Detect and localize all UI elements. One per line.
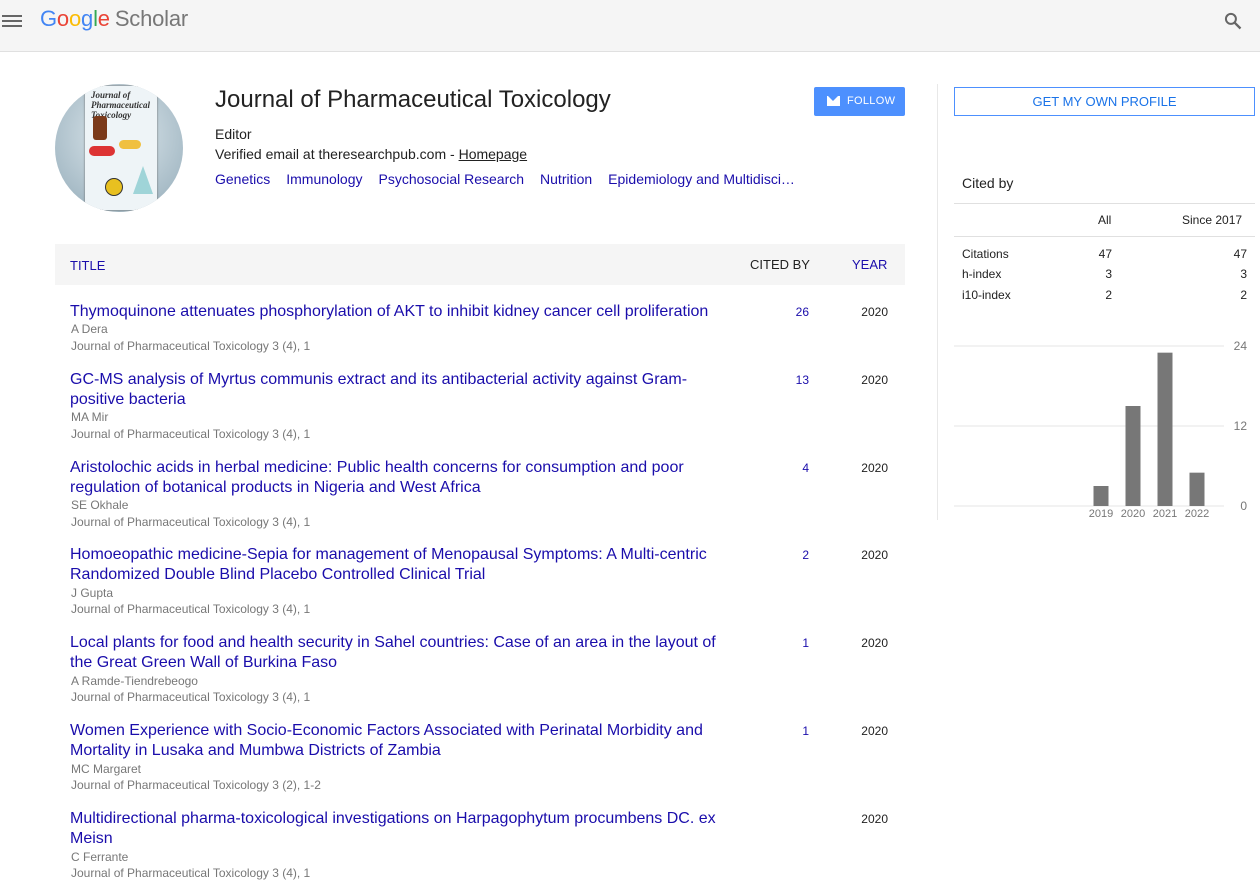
profile-name: Journal of Pharmaceutical Toxicology (215, 86, 611, 113)
interest-immunology[interactable]: Immunology (286, 171, 362, 187)
article-venue: Journal of Pharmaceutical Toxicology 3 (… (71, 690, 311, 704)
article-venue: Journal of Pharmaceutical Toxicology 3 (… (71, 339, 311, 353)
y-tick-label: 12 (1234, 419, 1248, 433)
metric-label[interactable]: h-index (962, 267, 1001, 281)
x-tick-label: 2020 (1121, 508, 1145, 520)
article-title[interactable]: GC-MS analysis of Myrtus communis extrac… (70, 370, 730, 410)
metric-row: h-index 3 3 (954, 267, 1255, 287)
article-authors: MA Mir (71, 410, 109, 424)
search-icon[interactable] (1223, 11, 1243, 31)
metric-all: 47 (1098, 247, 1112, 261)
metric-all: 3 (1105, 267, 1112, 281)
y-tick-label: 0 (1240, 499, 1247, 513)
article-year: 2020 (861, 548, 888, 562)
profile-affiliation: Editor (215, 126, 252, 142)
cited-by-count[interactable]: 1 (755, 724, 809, 738)
metric-row: Citations 47 47 (954, 247, 1255, 267)
interest-genetics[interactable]: Genetics (215, 171, 270, 187)
article-year: 2020 (861, 461, 888, 475)
col-since-2017: Since 2017 (1182, 213, 1243, 227)
y-tick-label: 24 (1234, 339, 1248, 353)
bar-2020[interactable] (1125, 406, 1141, 506)
bar-2021[interactable] (1157, 352, 1173, 506)
article-title[interactable]: Aristolochic acids in herbal medicine: P… (70, 458, 730, 498)
sort-by-cited[interactable]: CITED BY (750, 257, 810, 272)
article-authors: A Dera (71, 322, 108, 336)
interest-epidemiology[interactable]: Epidemiology and Multidisci… (608, 171, 795, 187)
interest-nutrition[interactable]: Nutrition (540, 171, 592, 187)
sort-by-year[interactable]: YEAR (852, 257, 887, 272)
article-title[interactable]: Homoeopathic medicine-Sepia for manageme… (70, 545, 730, 585)
cited-by-count[interactable]: 2 (755, 548, 809, 562)
article-authors: A Ramde-Tiendrebeogo (71, 674, 198, 688)
x-tick-label: 2019 (1089, 508, 1113, 520)
metric-label[interactable]: i10-index (962, 288, 1011, 302)
sort-by-title[interactable]: TITLE (70, 258, 105, 273)
profile-interests: Genetics Immunology Psychosocial Research N… (215, 171, 820, 187)
cited-by-heading: Cited by (962, 175, 1014, 191)
article-title[interactable]: Thymoquinone attenuates phosphorylation … (70, 302, 730, 322)
column-divider (937, 84, 938, 520)
profile-email: Verified email at theresearchpub.com - H… (215, 146, 528, 162)
article-title[interactable]: Multidirectional pharma-toxicological in… (70, 809, 730, 849)
article-venue: Journal of Pharmaceutical Toxicology 3 (… (71, 866, 311, 880)
metric-label[interactable]: Citations (962, 247, 1009, 261)
x-tick-label: 2022 (1185, 508, 1209, 520)
follow-button[interactable]: FOLLOW (814, 87, 905, 116)
biohazard-icon (105, 178, 123, 196)
metric-row: i10-index 2 2 (954, 288, 1255, 308)
article-authors: MC Margaret (71, 762, 142, 776)
article-venue: Journal of Pharmaceutical Toxicology 3 (… (71, 427, 311, 441)
articles-table-header: TITLE CITED BY YEAR (55, 244, 905, 285)
metric-all: 2 (1105, 288, 1112, 302)
x-tick-label: 2021 (1153, 508, 1177, 520)
mail-icon (827, 96, 840, 106)
bar-2022[interactable] (1189, 472, 1205, 506)
cited-by-count[interactable]: 1 (755, 636, 809, 650)
article-venue: Journal of Pharmaceutical Toxicology 3 (… (71, 602, 311, 616)
get-my-own-profile-button[interactable]: GET MY OWN PROFILE (954, 87, 1255, 116)
article-year: 2020 (861, 724, 888, 738)
cover-title: Journal of Pharmaceutical Toxicology (91, 90, 150, 120)
metric-since: 2 (1240, 288, 1247, 302)
article-year: 2020 (861, 812, 888, 826)
menu-icon[interactable] (2, 12, 22, 28)
cited-by-count[interactable]: 13 (755, 373, 809, 387)
article-venue: Journal of Pharmaceutical Toxicology 3 (… (71, 515, 311, 529)
cited-by-count[interactable]: 4 (755, 461, 809, 475)
top-bar: Google Scholar (0, 0, 1260, 52)
citations-per-year-chart: 0 12 24 2019 2020 2021 2022 (954, 339, 1248, 520)
profile-avatar: Journal of Pharmaceutical Toxicology (55, 84, 183, 212)
col-all: All (1098, 213, 1112, 227)
journal-cover-image: Journal of Pharmaceutical Toxicology (85, 86, 157, 210)
article-year: 2020 (861, 636, 888, 650)
article-year: 2020 (861, 305, 888, 319)
article-year: 2020 (861, 373, 888, 387)
cited-by-count[interactable]: 26 (755, 305, 809, 319)
interest-psychosocial-research[interactable]: Psychosocial Research (379, 171, 525, 187)
scholar-logo[interactable]: Google Scholar (40, 6, 188, 32)
article-title[interactable]: Local plants for food and health securit… (70, 633, 730, 673)
metric-since: 3 (1240, 267, 1247, 281)
homepage-link[interactable]: Homepage (459, 146, 528, 162)
metric-since: 47 (1233, 247, 1247, 261)
bar-2019[interactable] (1093, 486, 1109, 506)
article-title[interactable]: Women Experience with Socio-Economic Fac… (70, 721, 730, 761)
article-venue: Journal of Pharmaceutical Toxicology 3 (… (71, 778, 321, 792)
article-authors: C Ferrante (71, 850, 129, 864)
article-authors: SE Okhale (71, 498, 129, 512)
article-authors: J Gupta (71, 586, 114, 600)
